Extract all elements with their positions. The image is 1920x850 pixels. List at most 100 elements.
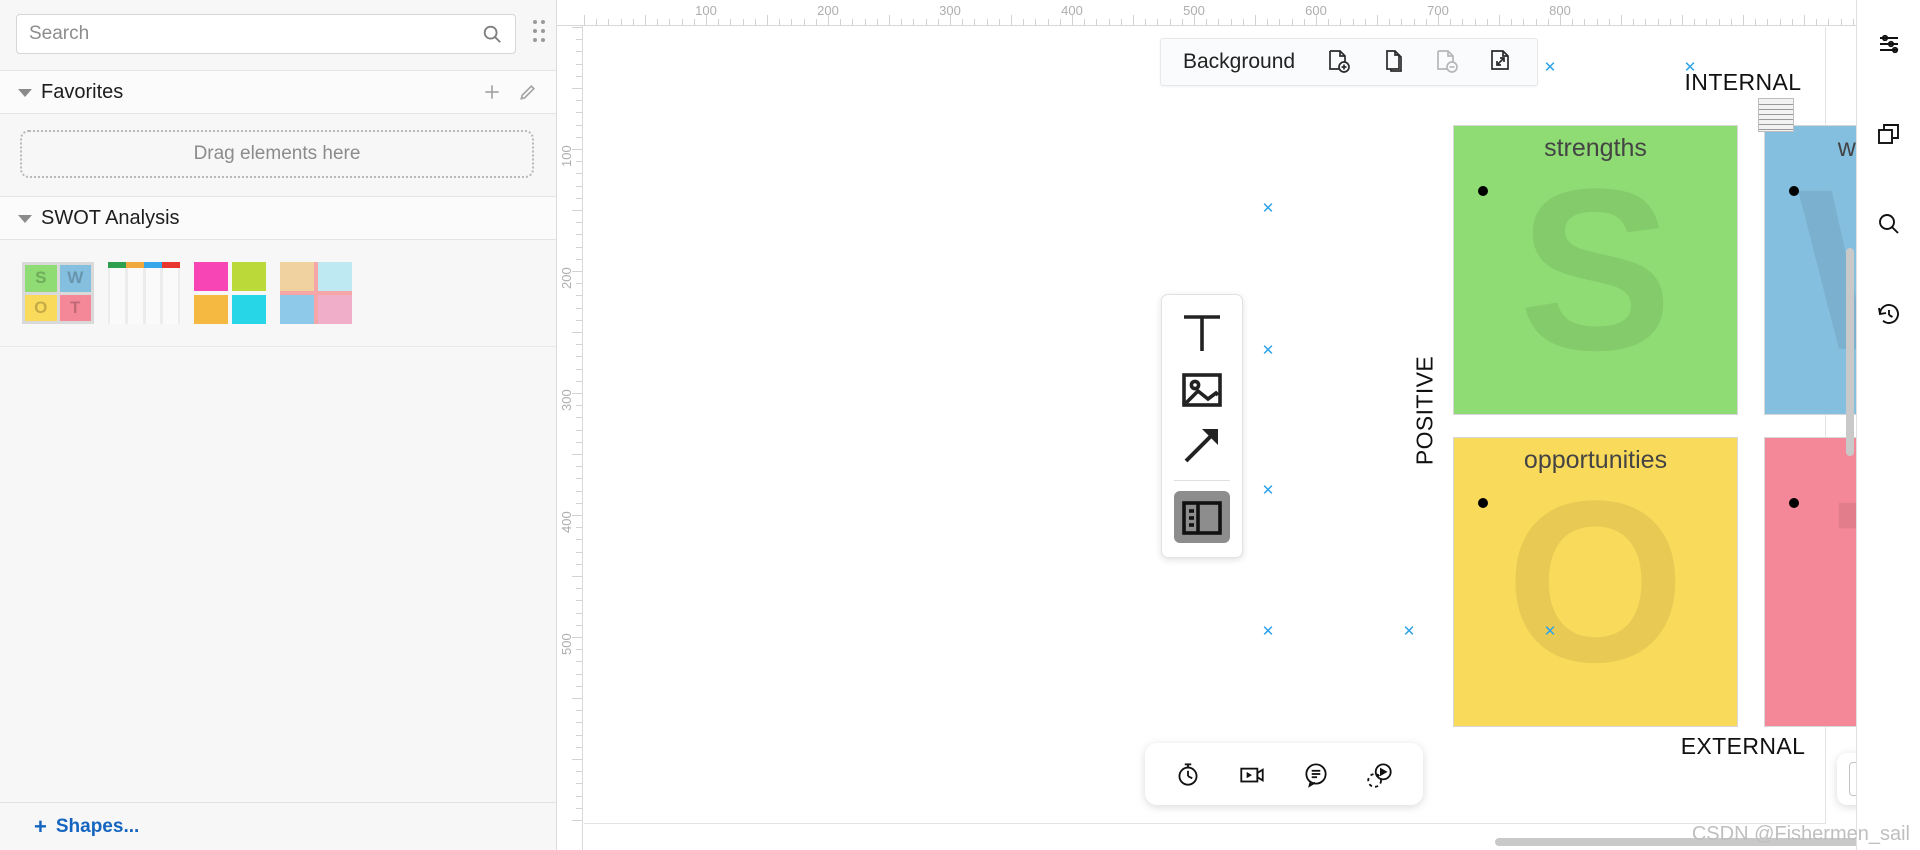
ruler-tick [576,308,582,309]
csdn-watermark: CSDN @Fishermen_sail [1692,823,1910,846]
text-tool[interactable] [1174,307,1230,359]
connection-point-icon[interactable]: ✕ [1262,481,1275,499]
ruler-tick [645,15,646,25]
connection-point-icon[interactable]: ✕ [1544,622,1557,640]
ruler-tick [576,283,582,284]
search-box[interactable] [16,14,516,54]
thumb-cell [194,262,228,291]
sticky-note-icon[interactable] [1758,98,1794,132]
swot-diagram[interactable]: INTERNAL EXTERNAL POSITIVE NEGATIVE S st… [1453,125,1856,725]
layout-tool[interactable] [1174,491,1230,543]
ruler-tick [1231,19,1232,25]
ruler-tick [804,19,805,25]
axis-label-positive[interactable]: POSITIVE [1412,291,1439,531]
thumbnail-swot-grid-template[interactable]: S W O T [22,262,94,324]
ruler-label: 200 [559,267,574,289]
section-swot-analysis[interactable]: SWOT Analysis [0,196,556,240]
ruler-tick [1401,19,1402,25]
connection-point-icon[interactable]: ✕ [1544,58,1557,76]
present-play-icon[interactable] [1365,759,1395,789]
timer-icon[interactable] [1173,759,1203,789]
image-tool[interactable] [1174,363,1230,415]
pencil-icon[interactable] [518,82,538,102]
ruler-tick [576,39,582,40]
shapes-link[interactable]: + Shapes... [0,802,556,850]
bullet-dot [1478,186,1488,196]
thumbnail-four-square-bright-template[interactable] [194,262,266,324]
connection-point-icon[interactable]: ✕ [1403,622,1416,640]
quadrant-opportunities[interactable]: O opportunities [1453,437,1738,727]
resize-page-icon[interactable] [1487,48,1515,76]
layers-button[interactable] [1871,116,1907,152]
bullet-dot [1789,498,1799,508]
ruler-tick [1011,15,1012,25]
ruler-tick [1084,19,1085,25]
quadrant-threats[interactable]: T threats [1764,437,1856,727]
ruler-tick [584,15,585,25]
plus-icon[interactable] [482,82,502,102]
video-record-icon[interactable] [1237,759,1267,789]
drag-elements-dropzone[interactable]: Drag elements here [20,130,534,178]
ruler-tick [576,369,582,370]
quadrant-title-opportunities: opportunities [1454,446,1737,475]
axis-label-external[interactable]: EXTERNAL [1453,733,1856,760]
ruler-tick [1487,19,1488,25]
comment-icon[interactable] [1301,759,1331,789]
ruler-tick [1279,19,1280,25]
ruler-tick [576,100,582,101]
connection-point-icon[interactable]: ✕ [1262,199,1275,217]
ruler-label: 400 [1061,3,1083,18]
tool-divider [1174,480,1230,481]
ruler-tick [576,539,582,540]
bottom-tool-cluster [1145,743,1423,805]
chevron-down-icon[interactable] [18,215,32,223]
add-page-icon[interactable] [1325,48,1353,76]
thumbnail-columns-template[interactable] [108,262,180,324]
ruler-tick [576,491,582,492]
quadrant-strengths[interactable]: S strengths [1453,125,1738,415]
connection-point-icon[interactable]: ✕ [1684,58,1697,76]
ruler-tick [1645,19,1646,25]
duplicate-page-icon[interactable] [1379,48,1407,76]
history-button[interactable] [1871,296,1907,332]
ruler-tick [779,19,780,25]
chevron-down-icon[interactable] [18,89,32,97]
ruler-tick [576,796,582,797]
connection-point-icon[interactable]: ✕ [1262,341,1275,359]
canvas-area[interactable]: 100200300400500600700800 100200300400500… [557,0,1856,850]
vertical-ruler: 100200300400500 [557,26,583,850]
ruler-tick [1121,19,1122,25]
delete-page-icon [1433,48,1461,76]
thumbnail-cross-quadrant-template[interactable] [280,262,352,324]
page-number-input[interactable]: 1 / 1 [1849,762,1856,796]
search-input[interactable] [29,23,481,45]
quadrant-watermark-letter: S [1454,126,1737,414]
left-sidebar: Favorites Drag elements here SWOT Analys… [0,0,557,850]
ruler-tick [1255,15,1256,25]
search-icon[interactable] [481,23,503,45]
ruler-tick [1780,19,1781,25]
ruler-tick [576,588,582,589]
panel-drag-grip[interactable] [532,16,546,46]
search-button[interactable] [1871,206,1907,242]
ruler-label: 300 [939,3,961,18]
ruler-tick [1060,19,1061,25]
ruler-tick [576,198,582,199]
ruler-tick [572,454,582,455]
quadrant-weaknesses[interactable]: W weaknesses [1764,125,1856,415]
settings-sliders-button[interactable] [1871,26,1907,62]
arrow-tool[interactable] [1174,419,1230,471]
vertical-scrollbar-thumb[interactable] [1846,248,1854,456]
connection-point-icon[interactable]: ✕ [1262,622,1275,640]
ruler-tick [1694,19,1695,25]
ruler-tick [576,295,582,296]
ruler-label: 500 [559,633,574,655]
right-rail [1856,0,1920,850]
ruler-tick [1048,19,1049,25]
ruler-tick [1572,19,1573,25]
ruler-tick [576,747,582,748]
ruler-tick [576,64,582,65]
ruler-tick [1523,19,1524,25]
ruler-tick [576,320,582,321]
section-favorites[interactable]: Favorites [0,70,556,114]
